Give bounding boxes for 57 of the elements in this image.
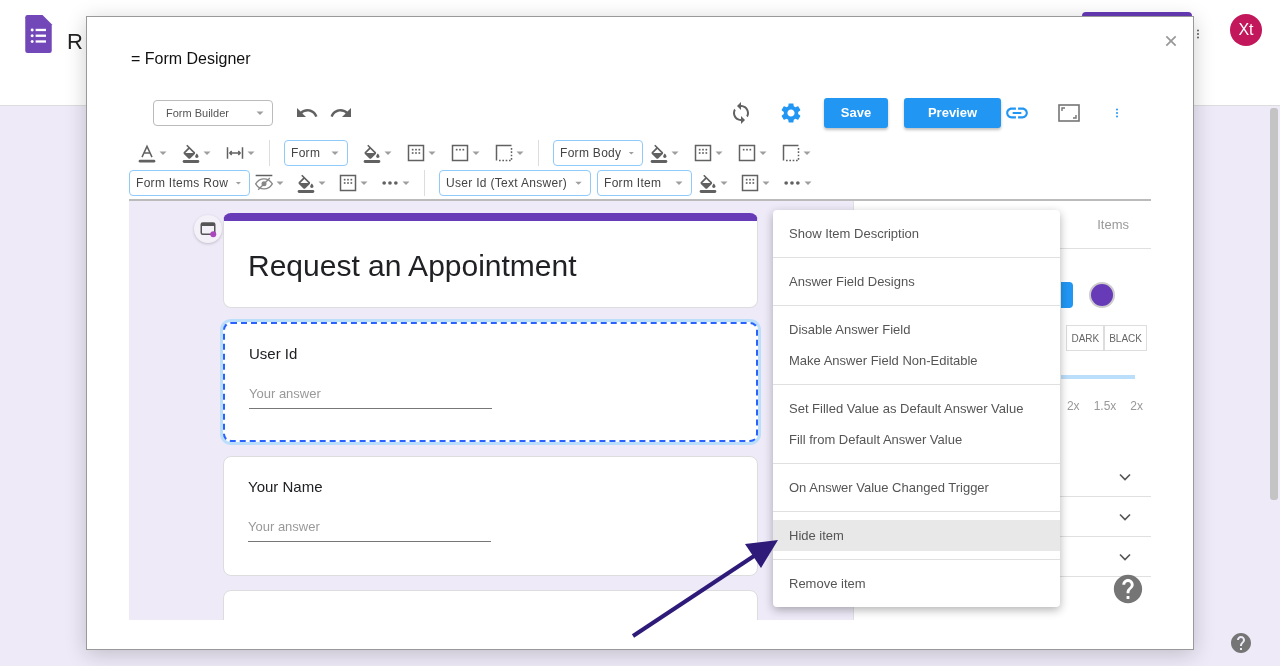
menu-item[interactable]: Answer Field Designs	[773, 266, 1060, 297]
padding-icon[interactable]	[406, 143, 426, 163]
scrollbar[interactable]	[1270, 108, 1278, 500]
menu-item[interactable]: Make Answer Field Non-Editable	[773, 345, 1060, 376]
answer-field[interactable]: Your answer	[249, 384, 492, 409]
text-color-icon[interactable]	[137, 143, 157, 163]
answer-field[interactable]: Your answer	[248, 517, 491, 542]
menu-item[interactable]: Show Item Description	[773, 218, 1060, 249]
fill-color-icon[interactable]	[296, 173, 316, 193]
dialog-title: = Form Designer	[131, 49, 252, 69]
window-icon[interactable]	[199, 220, 217, 238]
style-select[interactable]: Form	[284, 140, 348, 166]
menu-item[interactable]: On Answer Value Changed Trigger	[773, 472, 1060, 503]
menu-item[interactable]: Remove item	[773, 568, 1060, 599]
question-card[interactable]: User Id Your answer	[223, 322, 758, 442]
menu-item[interactable]: Set Filled Value as Default Answer Value	[773, 393, 1060, 424]
form-title: Request an Appointment	[223, 213, 758, 308]
padding-icon[interactable]	[740, 173, 760, 193]
header-button[interactable]	[1082, 12, 1192, 16]
padding-icon[interactable]	[693, 143, 713, 163]
widget-button[interactable]	[194, 215, 222, 243]
style-select[interactable]: Form Item	[597, 170, 692, 196]
hidden-icon[interactable]	[254, 173, 274, 193]
forms-logo-icon	[24, 15, 53, 53]
theme-button[interactable]: DARK	[1066, 325, 1105, 351]
fill-color-icon[interactable]	[698, 173, 718, 193]
help-icon[interactable]	[1229, 631, 1253, 655]
app-title: R	[67, 28, 83, 56]
scale-label: 2x	[1130, 398, 1143, 415]
style-select[interactable]: Form Items Row	[129, 170, 250, 196]
question-card[interactable]: Your Name Your answer	[223, 456, 758, 576]
slider-track[interactable]	[1060, 375, 1135, 379]
fill-color-icon[interactable]	[181, 143, 201, 163]
help-icon[interactable]	[1111, 572, 1145, 606]
fullscreen-icon[interactable]	[1057, 101, 1081, 125]
color-swatch[interactable]	[1089, 282, 1115, 308]
theme-button[interactable]: BLACK	[1104, 325, 1147, 351]
menu-item[interactable]: Hide item	[773, 520, 1060, 551]
color-swatch[interactable]	[1061, 282, 1073, 308]
padding-icon[interactable]	[338, 173, 358, 193]
border-icon[interactable]	[450, 143, 470, 163]
scale-label: 2x	[1066, 398, 1080, 415]
question-label: User Id	[249, 344, 299, 364]
style-select[interactable]: User Id (Text Answer)	[439, 170, 591, 196]
border-icon[interactable]	[737, 143, 757, 163]
border-icon[interactable]	[494, 143, 514, 163]
style-select[interactable]: Form Body	[553, 140, 643, 166]
border-icon[interactable]	[781, 143, 801, 163]
question-label: Your Name	[248, 477, 324, 497]
close-icon[interactable]	[1163, 33, 1179, 49]
mode-select[interactable]: Form Builder	[153, 100, 273, 126]
scale-label: 1.5x	[1093, 398, 1117, 415]
settings-icon[interactable]	[779, 101, 803, 125]
fill-color-icon[interactable]	[362, 143, 382, 163]
menu-item[interactable]: Disable Answer Field	[773, 314, 1060, 345]
menu-item[interactable]: Fill from Default Answer Value	[773, 424, 1060, 455]
fill-color-icon[interactable]	[649, 143, 669, 163]
